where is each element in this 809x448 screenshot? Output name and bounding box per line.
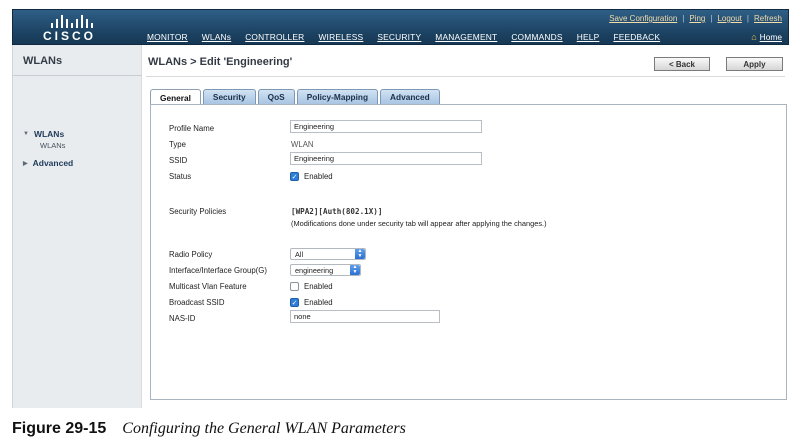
status-label: Status xyxy=(169,172,192,181)
security-policies-note: (Modifications done under security tab w… xyxy=(291,219,547,228)
home-label: Home xyxy=(759,32,782,42)
figure-number: Figure 29-15 xyxy=(12,420,107,437)
radio-policy-label: Radio Policy xyxy=(169,250,213,259)
status-checkbox-label: Enabled xyxy=(304,172,333,181)
ping-link[interactable]: Ping xyxy=(689,14,705,23)
security-policies-label: Security Policies xyxy=(169,207,227,216)
type-value: WLAN xyxy=(291,140,314,149)
type-label: Type xyxy=(169,140,186,149)
title-divider xyxy=(146,76,785,77)
save-configuration-link[interactable]: Save Configuration xyxy=(609,14,677,23)
tab-bar: General Security QoS Policy-Mapping Adva… xyxy=(150,89,442,105)
select-arrows-icon: ▲ ▼ xyxy=(355,249,365,259)
expanded-triangle-icon: ▼ xyxy=(23,131,29,137)
logout-link[interactable]: Logout xyxy=(717,14,741,23)
sidebar-subitem-wlans[interactable]: WLANs xyxy=(40,141,65,150)
profile-name-label: Profile Name xyxy=(169,124,215,133)
broadcast-ssid-checkbox[interactable]: ✓ xyxy=(290,298,299,307)
figure-caption: Figure 29-15 Configuring the General WLA… xyxy=(12,420,406,438)
sidebar-item-advanced[interactable]: ▶ Advanced xyxy=(23,158,73,168)
tab-general[interactable]: General xyxy=(150,89,201,105)
home-icon: ⌂ xyxy=(751,32,757,42)
interface-select[interactable]: engineering ▲ ▼ xyxy=(290,264,361,276)
ssid-label: SSID xyxy=(169,156,188,165)
refresh-link[interactable]: Refresh xyxy=(754,14,782,23)
radio-policy-selected: All xyxy=(295,249,304,259)
page-title: WLANs > Edit 'Engineering' xyxy=(148,56,293,68)
utility-links: Save Configuration | Ping | Logout | Ref… xyxy=(609,14,782,23)
nav-commands[interactable]: COMMANDS xyxy=(511,32,562,42)
security-policies-value: [WPA2][Auth(802.1X)] xyxy=(291,207,383,216)
separator: | xyxy=(746,14,749,23)
cisco-logo: CISCO xyxy=(13,10,141,46)
interface-label: Interface/Interface Group(G) xyxy=(169,266,267,275)
radio-policy-select[interactable]: All ▲ ▼ xyxy=(290,248,366,260)
interface-selected: engineering xyxy=(295,265,334,275)
tab-qos[interactable]: QoS xyxy=(257,89,295,104)
tab-security[interactable]: Security xyxy=(202,89,256,104)
nas-id-label: NAS-ID xyxy=(169,314,196,323)
sidebar-item-label: WLANs xyxy=(33,129,65,139)
tab-advanced[interactable]: Advanced xyxy=(380,89,440,104)
separator: | xyxy=(710,14,713,23)
ssid-field[interactable]: Engineering xyxy=(290,152,482,165)
sidebar-divider xyxy=(13,75,143,76)
multicast-vlan-checkbox-label: Enabled xyxy=(304,282,333,291)
general-tab-panel: Profile Name Engineering Type WLAN SSID … xyxy=(150,104,787,400)
nav-controller[interactable]: CONTROLLER xyxy=(245,32,304,42)
sidebar: WLANs ▼ WLANs WLANs ▶ Advanced xyxy=(12,45,143,408)
home-link[interactable]: ⌂ Home xyxy=(751,32,782,42)
nav-feedback[interactable]: FEEDBACK xyxy=(613,32,660,42)
profile-name-field[interactable]: Engineering xyxy=(290,120,482,133)
apply-button[interactable]: Apply xyxy=(726,57,783,71)
collapsed-triangle-icon: ▶ xyxy=(23,160,28,167)
nav-help[interactable]: HELP xyxy=(577,32,600,42)
cisco-logo-bars-icon xyxy=(51,14,93,28)
multicast-vlan-label: Multicast Vlan Feature xyxy=(169,282,247,291)
sidebar-item-wlans[interactable]: ▼ WLANs xyxy=(23,129,64,139)
top-banner: CISCO Save Configuration | Ping | Logout… xyxy=(12,9,789,45)
broadcast-ssid-checkbox-label: Enabled xyxy=(304,298,333,307)
nas-id-field[interactable]: none xyxy=(290,310,440,323)
figure-caption-text: Configuring the General WLAN Parameters xyxy=(122,420,406,437)
separator: | xyxy=(682,14,685,23)
back-button[interactable]: < Back xyxy=(654,57,710,71)
nav-security[interactable]: SECURITY xyxy=(377,32,421,42)
main-nav: MONITOR WLANs CONTROLLER WIRELESS SECURI… xyxy=(147,32,674,42)
select-arrows-icon: ▲ ▼ xyxy=(350,265,360,275)
nav-wlans[interactable]: WLANs xyxy=(202,32,231,42)
nav-wireless[interactable]: WIRELESS xyxy=(318,32,363,42)
cisco-logo-text: CISCO xyxy=(43,29,97,43)
nav-monitor[interactable]: MONITOR xyxy=(147,32,188,42)
sidebar-item-label: Advanced xyxy=(32,158,74,168)
main-content: WLANs > Edit 'Engineering' < Back Apply … xyxy=(142,45,789,408)
status-checkbox[interactable]: ✓ xyxy=(290,172,299,181)
multicast-vlan-checkbox[interactable] xyxy=(290,282,299,291)
tab-policy-mapping[interactable]: Policy-Mapping xyxy=(296,89,379,104)
nav-management[interactable]: MANAGEMENT xyxy=(435,32,497,42)
sidebar-title: WLANs xyxy=(23,55,63,67)
broadcast-ssid-label: Broadcast SSID xyxy=(169,298,225,307)
